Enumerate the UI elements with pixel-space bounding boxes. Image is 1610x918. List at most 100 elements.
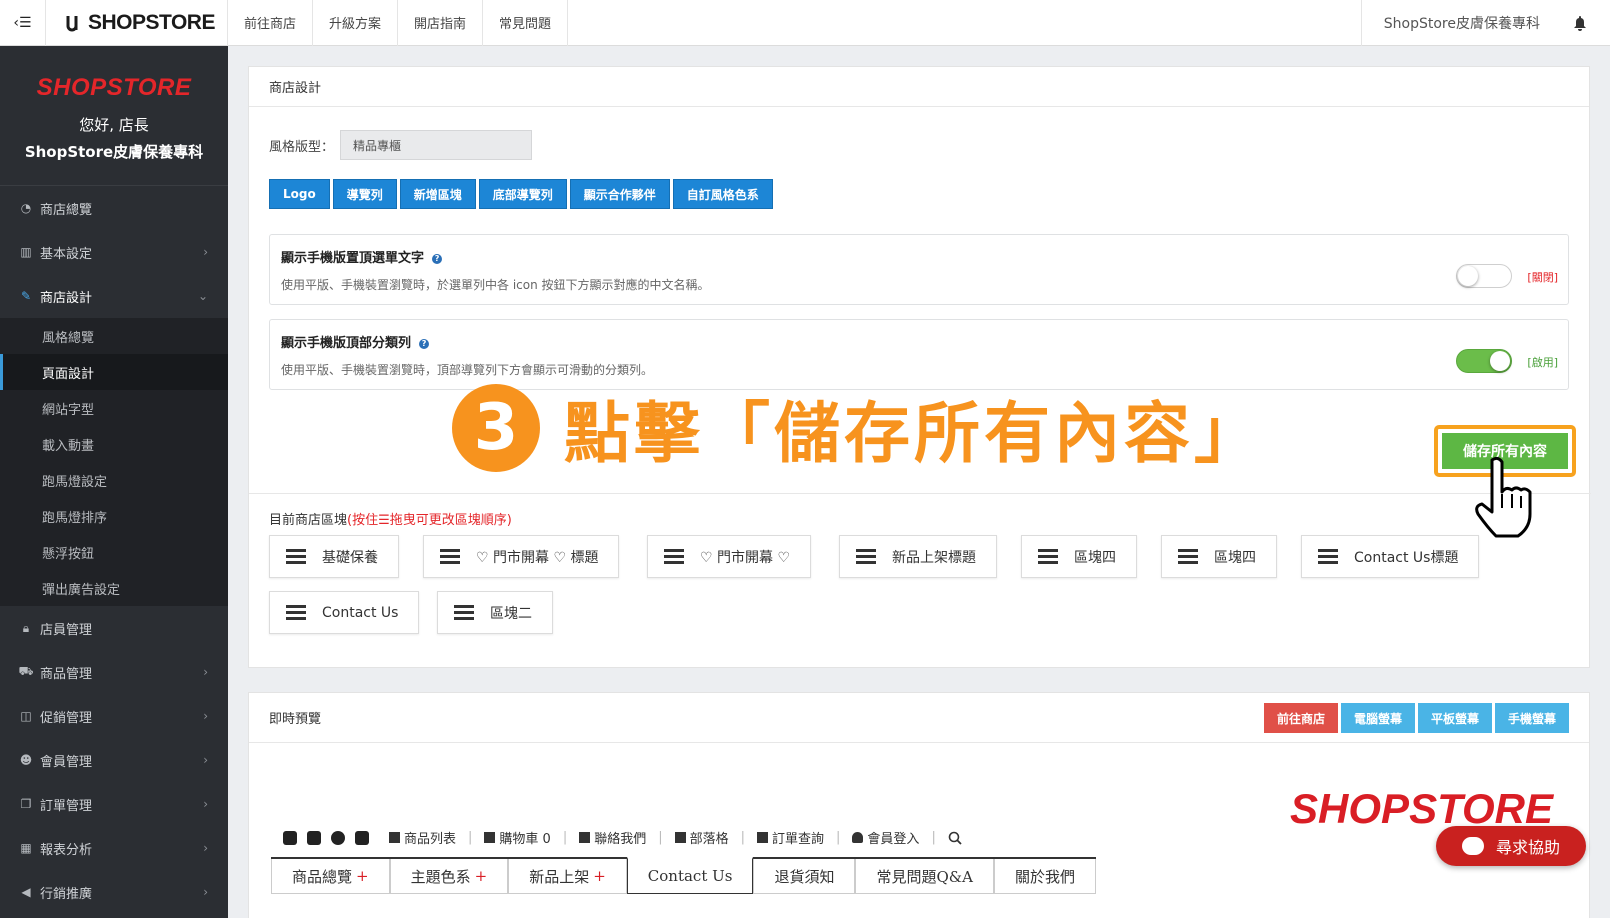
preview-main-nav: 商品總覽 + 主題色系 + 新品上架 + Contact Us 退貨須知 常見問題Q&…	[271, 857, 1096, 894]
sidebar-subitem-floating-button[interactable]: 懸浮按鈕	[0, 534, 228, 570]
preview-desktop-button[interactable]: 電腦螢幕	[1340, 703, 1415, 733]
sidebar-item-label: 報表分析	[40, 842, 93, 858]
top-nav-upgrade[interactable]: 升級方案	[313, 0, 399, 46]
block-item[interactable]: 基礎保養	[269, 535, 399, 578]
search-icon[interactable]	[948, 831, 962, 845]
top-nav-go-store[interactable]: 前往商店	[228, 0, 314, 46]
help-icon[interactable]: ?	[419, 338, 430, 349]
preview-nav-item[interactable]: 主題色系 +	[389, 859, 509, 894]
logo-button[interactable]: Logo	[269, 179, 330, 209]
drag-handle-icon[interactable]	[1038, 546, 1058, 567]
sidebar-brand: SHOPSTORE 您好, 店長 ShopStore皮膚保養專科	[0, 46, 228, 186]
sidebar-item-reports[interactable]: ▦ 報表分析 ›	[0, 826, 228, 870]
top-store-name[interactable]: ShopStore皮膚保養專科	[1362, 13, 1562, 33]
sidebar-item-members[interactable]: ☻ 會員管理 ›	[0, 738, 228, 782]
sidebar-subitem-marquee-settings[interactable]: 跑馬燈設定	[0, 462, 228, 498]
preview-nav-item[interactable]: Contact Us	[626, 857, 754, 894]
sidebar-item-overview[interactable]: ◔ 商店總覽	[0, 186, 228, 230]
block-item[interactable]: 新品上架標題	[839, 535, 997, 578]
drag-handle-icon[interactable]	[454, 602, 474, 623]
sidebar-item-label: 行銷推廣	[40, 886, 93, 902]
block-item[interactable]: Contact Us標題	[1301, 535, 1480, 578]
preview-go-store-button[interactable]: 前往商店	[1263, 703, 1338, 733]
sidebar-greeting: 您好, 店長	[79, 116, 149, 134]
add-block-button[interactable]: 新增區塊	[399, 179, 476, 209]
top-nav-faq[interactable]: 常見問題	[483, 0, 569, 46]
sidebar-item-promotions[interactable]: ◫ 促銷管理 ›	[0, 694, 228, 738]
drag-handle-icon[interactable]	[1318, 546, 1338, 567]
users-icon: ☻	[19, 753, 33, 767]
preview-link-blog[interactable]: 部落格	[674, 828, 729, 847]
facebook-icon[interactable]	[283, 830, 297, 845]
drag-handle-icon[interactable]	[856, 546, 876, 567]
sidebar-item-marketing[interactable]: ◀ 行銷推廣 ›	[0, 870, 228, 914]
clipboard-icon	[757, 832, 769, 843]
live-preview-card: 即時預覽 前往商店 電腦螢幕 平板螢幕 手機螢幕 SHOPSTORE 商品列表 |…	[248, 692, 1590, 918]
style-select[interactable]: 精品專櫃	[340, 130, 533, 160]
help-icon[interactable]: ?	[432, 253, 443, 264]
block-item[interactable]: ♡ 門市開幕 ♡ 標題	[423, 535, 620, 578]
preview-link-orders[interactable]: 訂單查詢	[757, 828, 824, 847]
sidebar-subitem-popup-ads[interactable]: 彈出廣告設定	[0, 570, 228, 606]
custom-colors-button[interactable]: 自訂風格色系	[672, 179, 773, 209]
footer-nav-button[interactable]: 底部導覽列	[478, 179, 567, 209]
sidebar-item-orders[interactable]: ❐ 訂單管理 ›	[0, 782, 228, 826]
sidebar-item-label: 商品管理	[40, 666, 93, 682]
sidebar-subitem-page-design[interactable]: 頁面設計	[0, 354, 228, 390]
drag-handle-icon[interactable]	[664, 546, 684, 567]
sidebar-subitem-fonts[interactable]: 網站字型	[0, 390, 228, 426]
sidebar-subitem-style-overview[interactable]: 風格總覽	[0, 318, 228, 354]
preview-top-links: 商品列表 | 購物車 0 | 聯絡我們 | 部落格 | 訂單查詢 | 會員登入 |	[283, 828, 972, 847]
block-item[interactable]: Contact Us	[269, 591, 420, 634]
sidebar-item-basic-settings[interactable]: ▥ 基本設定 ›	[0, 230, 228, 274]
drag-handle-icon[interactable]	[1178, 546, 1198, 567]
instagram-icon[interactable]	[307, 830, 321, 845]
sidebar-item-products[interactable]: ⛟ 商品管理 ›	[0, 650, 228, 694]
drag-handle-icon[interactable]	[440, 546, 460, 567]
preview-tablet-button[interactable]: 平板螢幕	[1417, 703, 1492, 733]
top-nav-guide[interactable]: 開店指南	[398, 0, 484, 46]
preview-link-products[interactable]: 商品列表	[389, 828, 456, 847]
option-mobile-menu-text: 顯示手機版置頂選單文字? 使用平版、手機裝置瀏覽時，於選單列中各 icon 按鈕…	[269, 234, 1569, 305]
bell-icon[interactable]	[1562, 15, 1598, 31]
toggle-state-label: [啟用]	[1527, 356, 1558, 369]
block-item[interactable]: 區塊二	[437, 591, 553, 634]
preview-nav-item[interactable]: 新品上架 +	[508, 859, 627, 894]
block-item[interactable]: ♡ 門市開幕 ♡	[647, 535, 812, 578]
drag-handle-icon[interactable]	[286, 602, 306, 623]
chevron-right-icon: ›	[203, 245, 208, 259]
preview-nav-item[interactable]: 商品總覽 +	[271, 859, 390, 894]
drag-handle-icon[interactable]	[286, 546, 306, 567]
shopstore-logo-icon	[66, 15, 78, 31]
mobile-category-bar-toggle[interactable]	[1456, 349, 1512, 373]
top-logo[interactable]: SHOPSTORE	[46, 0, 228, 46]
chart-icon: ▦	[20, 841, 32, 855]
sidebar-item-staff[interactable]: 🔒︎ 店員管理	[0, 606, 228, 650]
sidebar-item-store-design[interactable]: ✎ 商店設計 ⌄	[0, 274, 228, 318]
preview-link-contact[interactable]: 聯絡我們	[579, 828, 646, 847]
preview-link-login[interactable]: 會員登入	[852, 828, 919, 847]
sidebar-item-label: 基本設定	[40, 246, 93, 262]
chevron-right-icon: ›	[203, 885, 208, 899]
block-item[interactable]: 區塊四	[1021, 535, 1137, 578]
line-icon[interactable]	[331, 830, 345, 845]
preview-nav-item[interactable]: 關於我們	[993, 859, 1096, 894]
chevron-right-icon: ›	[203, 797, 208, 811]
preview-mobile-button[interactable]: 手機螢幕	[1494, 703, 1569, 733]
mobile-menu-text-toggle[interactable]	[1456, 264, 1512, 288]
sidebar-subitem-loading-animation[interactable]: 載入動畫	[0, 426, 228, 462]
youtube-icon[interactable]	[355, 830, 369, 845]
style-label: 風格版型：	[269, 139, 335, 155]
preview-nav-item[interactable]: 常見問題Q&A	[855, 859, 994, 894]
sidebar-toggle-button[interactable]: ‹☰	[0, 0, 46, 46]
design-button-row: Logo 導覽列 新增區塊 底部導覽列 顯示合作夥伴 自訂風格色系	[269, 179, 773, 209]
help-button[interactable]: 尋求協助	[1436, 826, 1586, 866]
block-item[interactable]: 區塊四	[1161, 535, 1277, 578]
preview-link-cart[interactable]: 購物車 0	[484, 828, 551, 847]
navbar-button[interactable]: 導覽列	[332, 179, 397, 209]
instruction-text: 點擊「儲存所有內容」	[564, 395, 1264, 472]
store-design-card: 商店設計 風格版型： 精品專櫃 Logo 導覽列 新增區塊 底部導覽列 顯示合作…	[248, 66, 1591, 668]
preview-nav-item[interactable]: 退貨須知	[753, 859, 856, 894]
sidebar-subitem-marquee-order[interactable]: 跑馬燈排序	[0, 498, 228, 534]
partners-button[interactable]: 顯示合作夥伴	[569, 179, 670, 209]
